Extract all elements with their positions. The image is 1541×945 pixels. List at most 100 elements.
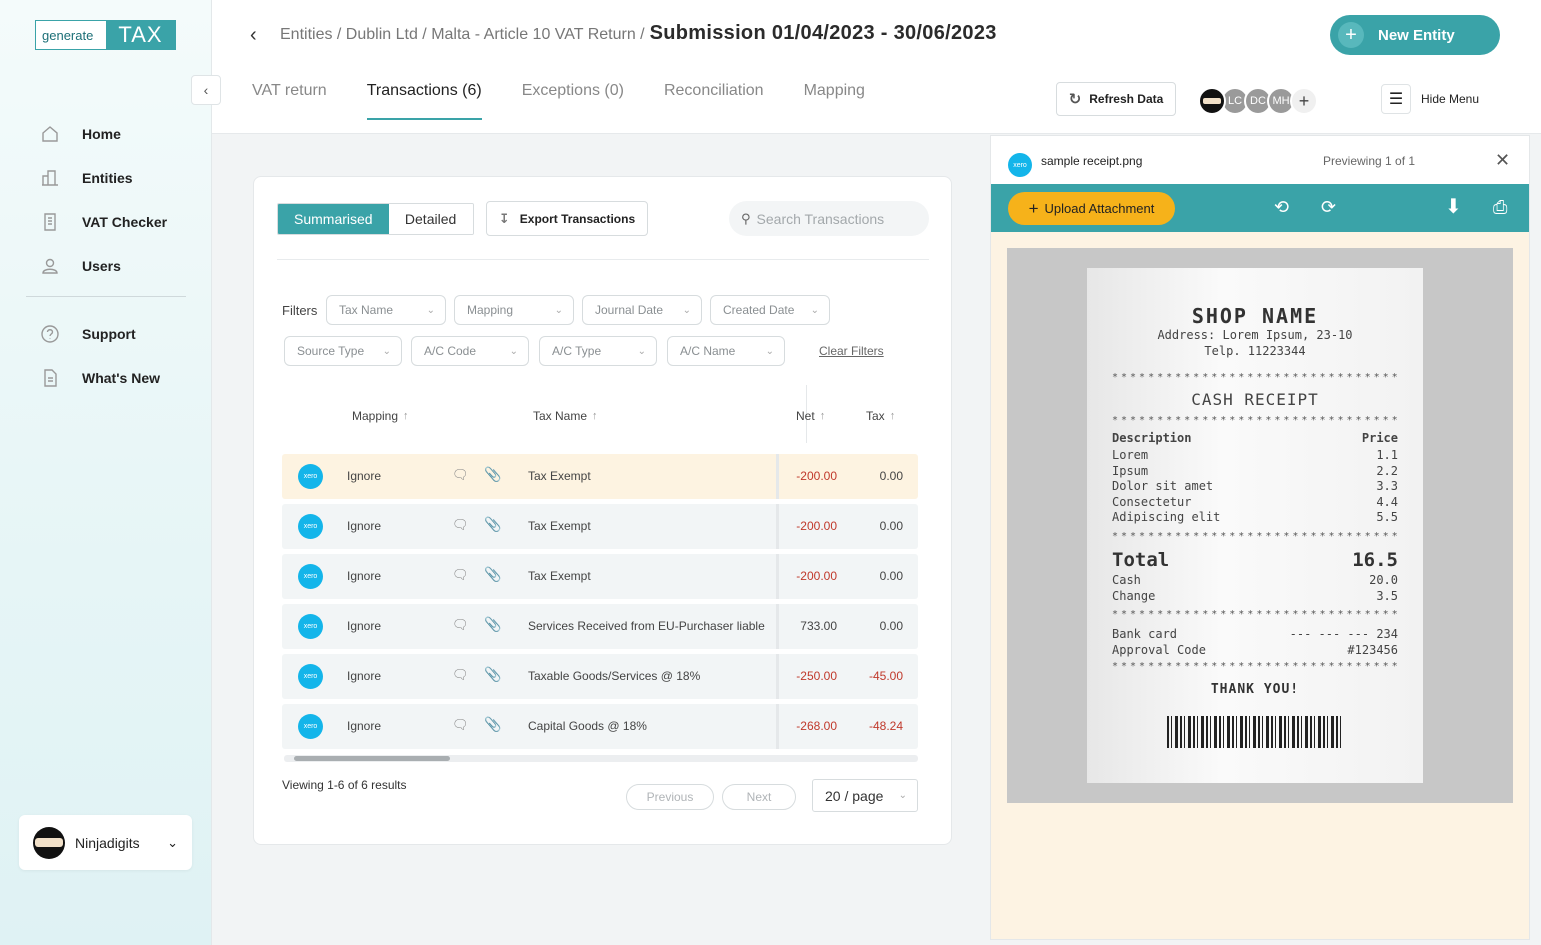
row-net: -250.00	[796, 669, 837, 683]
row-mapping: Ignore	[347, 519, 382, 533]
upload-attachment-button[interactable]: + Upload Attachment	[1008, 192, 1175, 225]
rotate-right-icon[interactable]: ⟳	[1321, 197, 1336, 218]
comment-icon[interactable]: 🗨	[452, 667, 469, 683]
tab-mapping[interactable]: Mapping	[804, 82, 865, 120]
clear-filters-link[interactable]: Clear Filters	[819, 344, 884, 358]
filter-tax-name[interactable]: Tax Name ⌄	[326, 295, 446, 325]
column-net[interactable]: Net ↑	[796, 409, 825, 423]
tab-vat-return[interactable]: VAT return	[252, 82, 327, 120]
receipt-bank-card: Bank card --- --- --- 234	[1112, 627, 1398, 641]
column-mapping[interactable]: Mapping ↑	[352, 409, 409, 423]
row-tax: 0.00	[879, 569, 903, 583]
detailed-toggle[interactable]: Detailed	[388, 204, 473, 234]
previous-button[interactable]: Previous	[626, 784, 714, 810]
export-transactions-button[interactable]: ↧ Export Transactions	[486, 201, 648, 236]
filter-created-date[interactable]: Created Date ⌄	[710, 295, 830, 325]
table-row[interactable]: xero Ignore 🗨 📎 Taxable Goods/Services @ 18%…	[282, 654, 918, 699]
table-row[interactable]: xero Ignore 🗨 📎 Tax Exempt -200.00 0.00	[282, 554, 918, 599]
comment-icon[interactable]: 🗨	[452, 617, 469, 633]
filters-label: Filters	[282, 303, 318, 318]
page-size-value: 20 / page	[825, 787, 884, 804]
summarised-toggle[interactable]: Summarised	[278, 204, 389, 234]
print-icon[interactable]: ⎙	[1493, 197, 1507, 218]
nav-label: Home	[82, 126, 121, 142]
page-size-select[interactable]: 20 / page ⌄	[812, 779, 918, 812]
organisation-switcher[interactable]: Ninjadigits ⌄	[19, 815, 192, 870]
back-arrow-icon[interactable]: ‹	[250, 24, 257, 47]
new-entity-button[interactable]: + New Entity	[1330, 15, 1500, 55]
download-icon[interactable]: ⬇	[1445, 194, 1462, 219]
nav-item-home[interactable]: Home	[40, 112, 167, 156]
row-mapping: Ignore	[347, 719, 382, 733]
scrollbar-thumb[interactable]	[294, 756, 450, 761]
receipt-item: Ipsum 2.2	[1112, 464, 1398, 478]
hide-menu-label: Hide Menu	[1421, 92, 1480, 106]
next-button[interactable]: Next	[722, 784, 796, 810]
close-icon[interactable]: ✕	[1495, 150, 1510, 171]
receipt-item: Lorem 1.1	[1112, 448, 1398, 462]
receipt-change: Change 3.5	[1112, 589, 1398, 603]
table-row[interactable]: xero Ignore 🗨 📎 Tax Exempt -200.00 0.00	[282, 454, 918, 499]
table-row[interactable]: xero Ignore 🗨 📎 Tax Exempt -200.00 0.00	[282, 504, 918, 549]
receipt-address: Address: Lorem Ipsum, 23-10	[1157, 328, 1353, 342]
chevron-down-icon: ⌄	[898, 790, 907, 801]
receipt-text: Description	[1112, 431, 1192, 445]
receipt-item-name: Adipiscing elit	[1112, 510, 1221, 524]
hide-menu-button[interactable]: ☰ Hide Menu	[1381, 84, 1479, 114]
receipt-text: 16.5	[1352, 549, 1398, 571]
filter-label: Created Date	[723, 303, 795, 317]
filter-source-type[interactable]: Source Type ⌄	[284, 336, 402, 366]
organisation-avatar	[33, 826, 65, 859]
new-entity-label: New Entity	[1378, 26, 1455, 44]
search-input[interactable]	[756, 210, 917, 227]
receipt-divider: **********************************	[1112, 415, 1398, 426]
nav-item-whats-new[interactable]: What's New	[40, 356, 160, 400]
row-tax-name: Tax Exempt	[528, 519, 591, 533]
receipt-item-name: Lorem	[1112, 448, 1149, 462]
logo[interactable]: generate TAX	[35, 20, 176, 50]
filter-ac-code[interactable]: A/C Code ⌄	[411, 336, 529, 366]
collapse-sidebar-button[interactable]: ‹	[191, 75, 221, 105]
nav-item-users[interactable]: Users	[40, 244, 167, 288]
breadcrumb-path[interactable]: Entities / Dublin Ltd / Malta - Article …	[280, 26, 645, 44]
filter-ac-name[interactable]: A/C Name ⌄	[667, 336, 785, 366]
sort-arrow-icon: ↑	[403, 410, 409, 422]
comment-icon[interactable]: 🗨	[452, 467, 469, 483]
column-divider	[776, 704, 779, 749]
tab-transactions[interactable]: Transactions (6)	[366, 82, 482, 120]
filter-mapping[interactable]: Mapping ⌄	[454, 295, 574, 325]
nav-item-vat-checker[interactable]: VAT Checker	[40, 200, 167, 244]
comment-icon[interactable]: 🗨	[452, 567, 469, 583]
menu-icon: ☰	[1381, 84, 1411, 114]
column-tax[interactable]: Tax ↑	[866, 409, 895, 423]
avatar[interactable]	[1198, 87, 1226, 115]
chevron-down-icon: ⌄	[637, 345, 646, 357]
attachment-icon[interactable]: 📎	[484, 516, 501, 533]
add-user-icon[interactable]: +	[1290, 87, 1318, 115]
tab-reconciliation[interactable]: Reconciliation	[664, 82, 764, 120]
receipt-shop-name: SHOP NAME	[1191, 304, 1319, 328]
filter-ac-type[interactable]: A/C Type ⌄	[539, 336, 657, 366]
column-divider	[776, 454, 779, 499]
attachment-icon[interactable]: 📎	[484, 666, 501, 683]
table-row[interactable]: xero Ignore 🗨 📎 Capital Goods @ 18% -268.00 -4…	[282, 704, 918, 749]
search-box: ⚲	[729, 201, 929, 236]
attachment-icon[interactable]: 📎	[484, 466, 501, 483]
nav-item-entities[interactable]: Entities	[40, 156, 167, 200]
nav-label: Entities	[82, 170, 133, 186]
tab-exceptions[interactable]: Exceptions (0)	[522, 82, 624, 120]
nav-label: Users	[82, 258, 121, 274]
rotate-left-icon[interactable]: ⟲	[1274, 197, 1289, 218]
receipt-item-price: 5.5	[1376, 510, 1398, 524]
attachment-icon[interactable]: 📎	[484, 616, 501, 633]
table-row[interactable]: xero Ignore 🗨 📎 Services Received from EU-Pu…	[282, 604, 918, 649]
attachment-icon[interactable]: 📎	[484, 566, 501, 583]
refresh-data-button[interactable]: ↻ Refresh Data	[1056, 82, 1176, 116]
horizontal-scrollbar[interactable]	[284, 755, 918, 762]
nav-item-support[interactable]: Support	[40, 312, 160, 356]
comment-icon[interactable]: 🗨	[452, 517, 469, 533]
filter-journal-date[interactable]: Journal Date ⌄	[582, 295, 702, 325]
column-tax-name[interactable]: Tax Name ↑	[533, 409, 598, 423]
comment-icon[interactable]: 🗨	[452, 717, 469, 733]
attachment-icon[interactable]: 📎	[484, 716, 501, 733]
